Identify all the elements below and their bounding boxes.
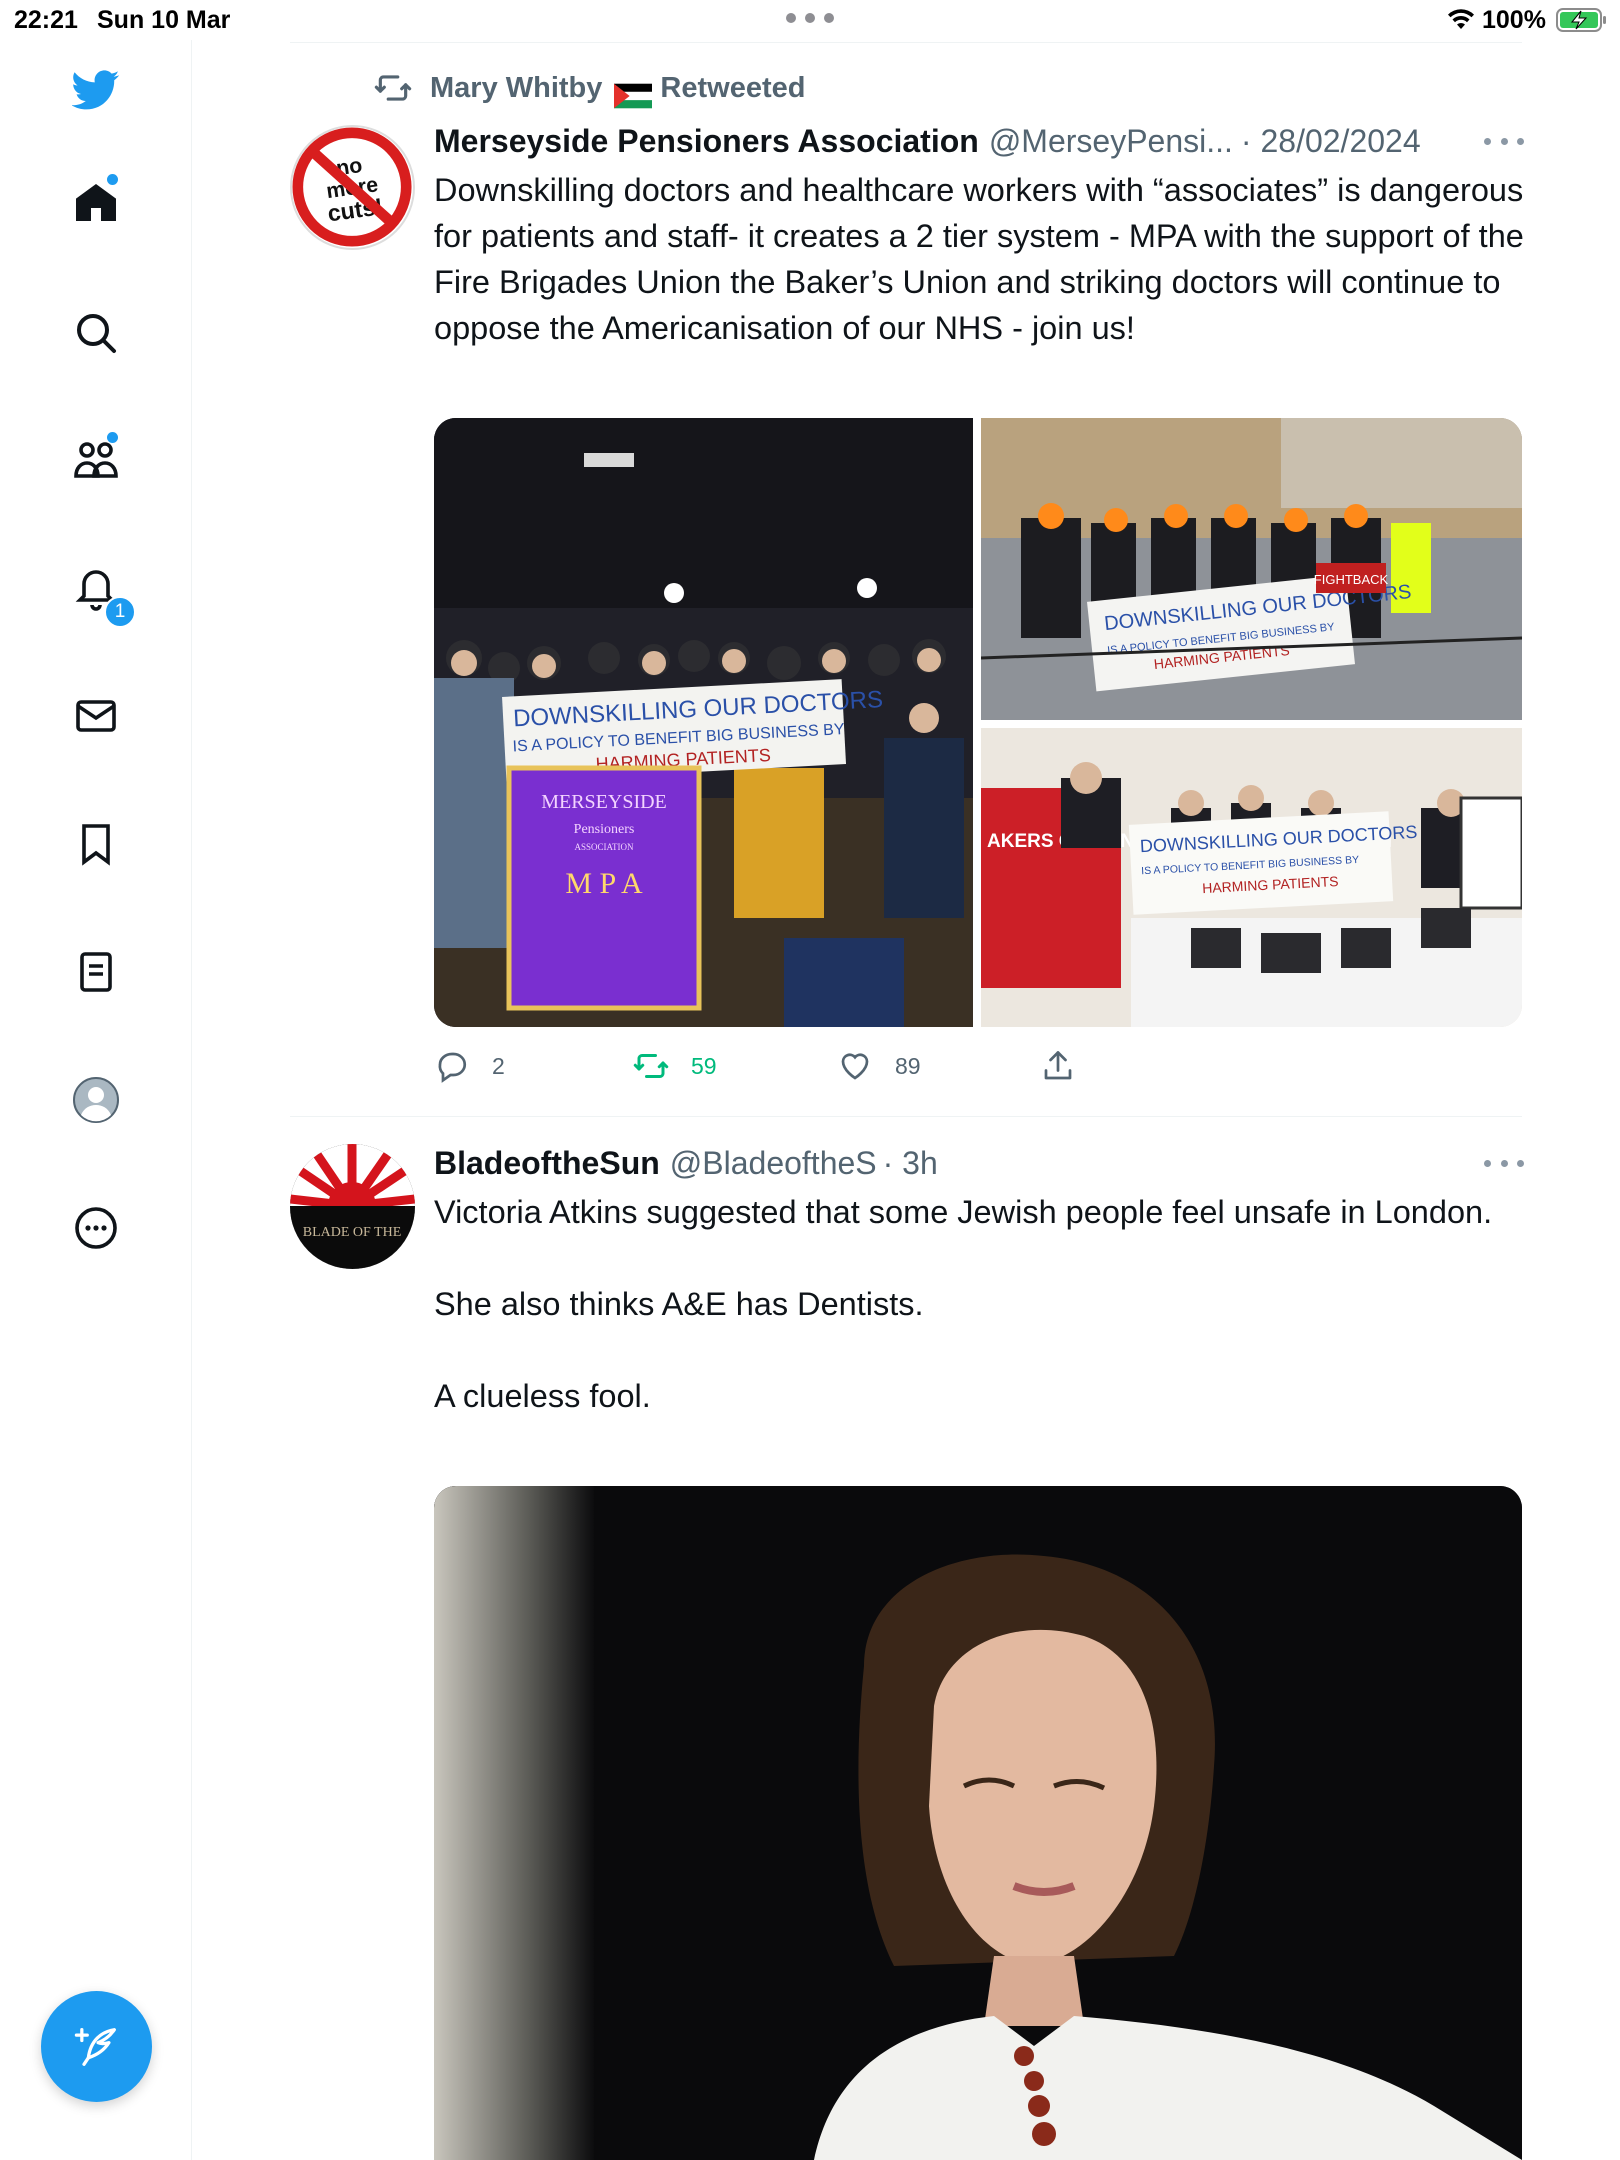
profile-avatar-icon[interactable] [66, 1070, 126, 1130]
share-button[interactable] [1040, 1048, 1098, 1084]
share-icon [1044, 1051, 1072, 1080]
bookmark-icon[interactable] [66, 814, 126, 874]
compose-tweet-button[interactable] [41, 1991, 152, 2102]
reply-icon [438, 1052, 467, 1083]
retweeter-name: Mary Whitby [430, 71, 603, 104]
sidebar: 1 [0, 40, 192, 2160]
tweet-text-2: Victoria Atkins suggested that some Jewi… [434, 1194, 1493, 1414]
tweet-timestamp-2[interactable]: · 3h [883, 1145, 938, 1182]
retweeted-by-row[interactable]: Mary Whitby Retweeted [374, 68, 806, 109]
search-icon[interactable] [66, 303, 126, 363]
author-avatar[interactable]: no more cuts! [290, 125, 415, 250]
battery-percent: 100% [1482, 6, 1546, 34]
tweet-photo-3[interactable]: AKERS OOD AND ALLIED WORKERS UNION DOWNS… [981, 728, 1522, 1027]
tweet-timestamp[interactable]: · 28/02/2024 [1241, 123, 1421, 160]
communities-unread-dot [107, 432, 118, 443]
tweet-header-2: BladeoftheSun @BladeoftheS · 3h [434, 1141, 938, 1185]
flag-sub: Pensioners [574, 822, 635, 837]
author-avatar-2[interactable]: BLADE OF THE [290, 1144, 415, 1269]
photo-hall-group: DOWNSKILLING OUR DOCTORS IS A POLICY TO … [434, 418, 973, 1027]
battery-charging-icon [1556, 8, 1606, 32]
reply-count: 2 [492, 1052, 505, 1079]
home-unread-dot [107, 174, 118, 185]
status-bar: 22:21 Sun 10 Mar 100% [0, 0, 1620, 40]
photo-parliament-protest: DOWNSKILLING OUR DOCTORS IS A POLICY TO … [981, 418, 1522, 720]
sign-text: FIGHTBACK [1314, 572, 1389, 587]
retweet-button[interactable]: 59 [633, 1048, 717, 1084]
feather-plus-icon [74, 2027, 116, 2066]
tweet-text: Downskilling doctors and healthcare work… [434, 172, 1533, 346]
lists-icon[interactable] [66, 942, 126, 1002]
author-handle[interactable]: @MerseyPensi... [989, 123, 1233, 160]
mail-icon[interactable] [66, 686, 126, 746]
more-circle-icon[interactable] [66, 1198, 126, 1258]
tweet-divider [290, 1116, 1522, 1117]
like-count: 89 [895, 1052, 921, 1079]
feed-top-divider [290, 42, 1522, 43]
author-handle-2[interactable]: @BladeoftheS [670, 1145, 877, 1182]
tweet-header: Merseyside Pensioners Association @Merse… [434, 119, 1421, 163]
status-date: Sun 10 Mar [97, 6, 231, 34]
like-button[interactable]: 89 [837, 1048, 921, 1084]
flag-initials: M P A [565, 867, 643, 900]
tweet-more-icon-2[interactable] [1484, 1153, 1524, 1173]
author-name-2[interactable]: BladeoftheSun [434, 1145, 660, 1182]
twitter-logo-icon[interactable] [66, 60, 126, 120]
retweeted-label: Retweeted [660, 71, 806, 104]
wifi-icon [1448, 9, 1474, 29]
palestine-flag-icon [614, 77, 653, 109]
flag-sub2: ASSOCIATION [574, 842, 634, 852]
blade-of-the-sun-logo: BLADE OF THE [290, 1144, 415, 1269]
flag-title: MERSEYSIDE [541, 791, 667, 813]
reply-button[interactable]: 2 [434, 1048, 505, 1084]
tweet-photo-1[interactable]: DOWNSKILLING OUR DOCTORS IS A POLICY TO … [434, 418, 973, 1027]
tweet-more-icon[interactable] [1484, 131, 1524, 151]
photo-union-office: AKERS OOD AND ALLIED WORKERS UNION DOWNS… [981, 728, 1522, 1027]
heart-icon [841, 1053, 869, 1080]
status-time: 22:21 [14, 6, 78, 34]
avatar-text: BLADE OF THE [303, 1225, 402, 1240]
retweet-count: 59 [691, 1052, 717, 1079]
tweet-photo-2[interactable]: DOWNSKILLING OUR DOCTORS IS A POLICY TO … [981, 418, 1522, 720]
retweet-icon [374, 75, 412, 101]
tweet-photo-portrait[interactable] [434, 1486, 1522, 2160]
retweet-active-icon [633, 1054, 669, 1078]
no-more-cuts-logo: no more cuts! [292, 127, 412, 247]
notification-count-badge: 1 [104, 596, 136, 628]
photo-victoria-atkins [434, 1486, 1522, 2160]
author-name[interactable]: Merseyside Pensioners Association [434, 123, 979, 160]
multitasking-dots-icon[interactable] [786, 8, 834, 28]
